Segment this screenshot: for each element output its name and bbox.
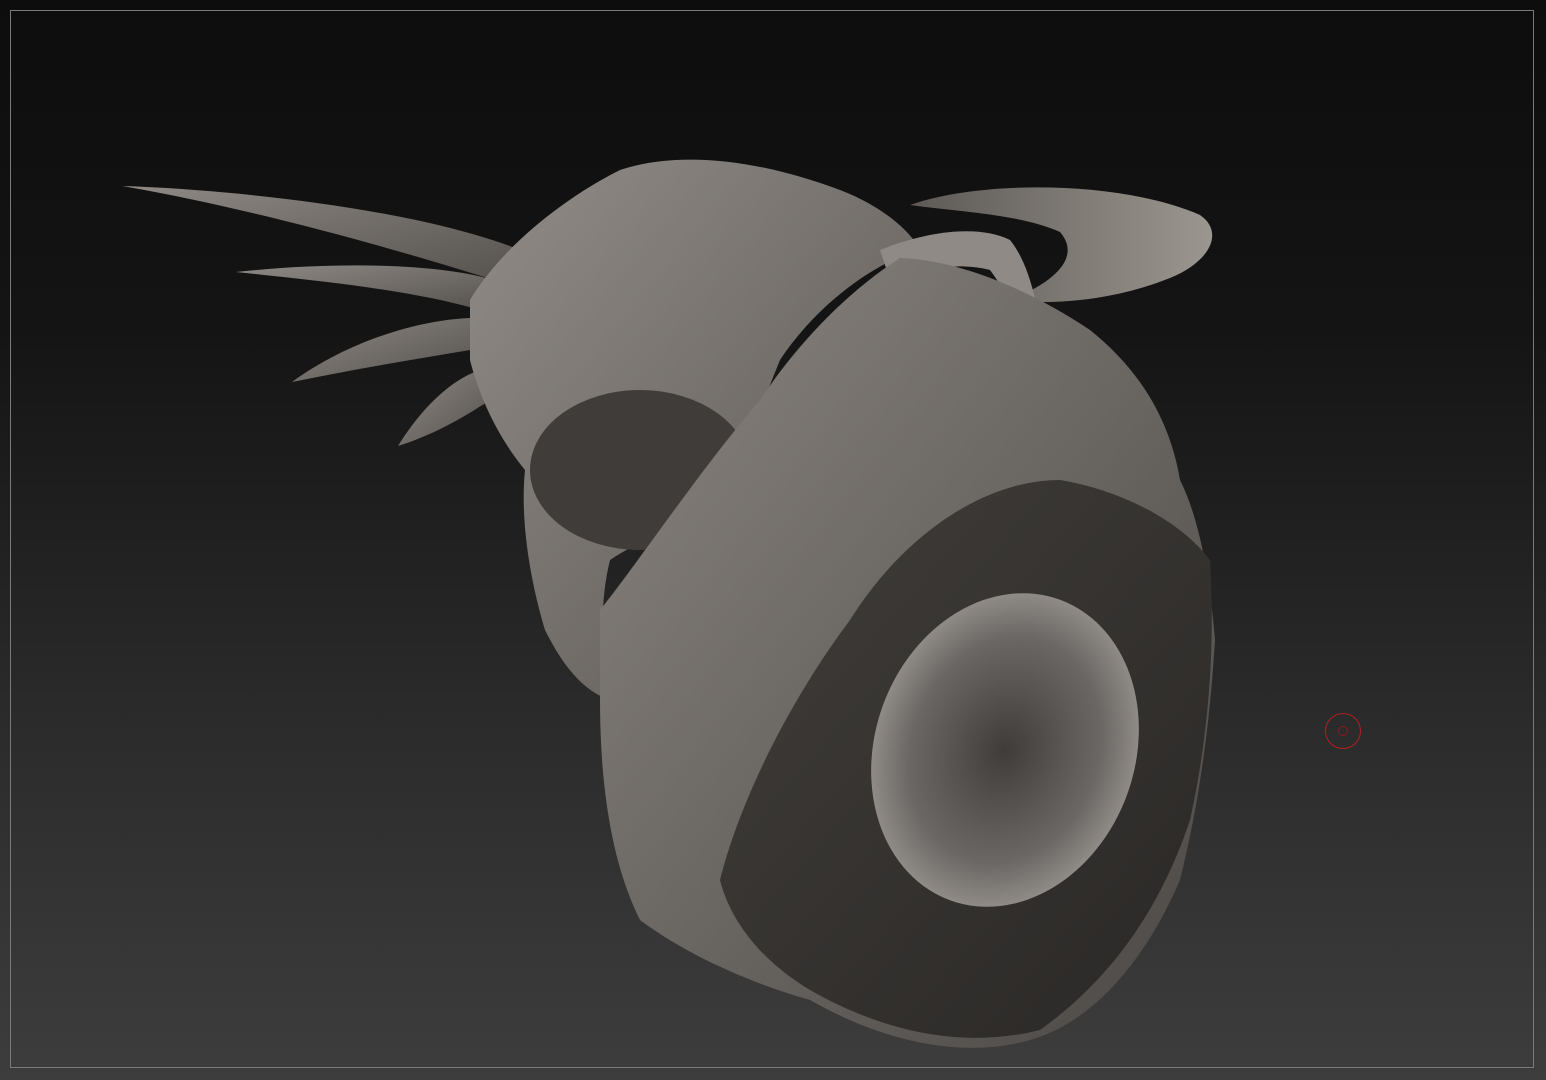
document-canvas[interactable] — [0, 0, 1546, 1080]
sculpt-model[interactable] — [0, 0, 1546, 1080]
brush-cursor-center — [1338, 726, 1348, 736]
brush-cursor-icon — [1325, 713, 1361, 749]
spikes — [122, 186, 520, 446]
